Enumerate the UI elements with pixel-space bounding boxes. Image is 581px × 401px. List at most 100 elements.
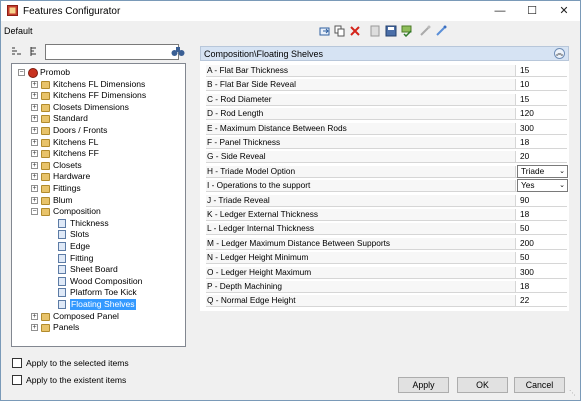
chevron-down-icon[interactable]: ⌄ [559,180,565,191]
tree-item[interactable]: + Kitchens FL [12,137,185,148]
property-row[interactable]: G - Side Reveal 20 [206,151,567,164]
tree-item[interactable]: Thickness [12,218,185,229]
save-icon[interactable] [385,25,397,37]
tree-item-label: Closets [53,159,82,170]
expand-icon[interactable]: + [31,138,38,146]
property-value[interactable]: 18 [517,281,567,292]
page-icon[interactable] [369,25,381,37]
property-value[interactable]: 18 [517,209,567,220]
chevron-down-icon[interactable]: ⌄ [559,166,565,177]
property-value-dropdown[interactable]: Yes ⌄ [517,179,568,193]
property-value[interactable]: 18 [517,137,567,148]
tree-item[interactable]: + Closets Dimensions [12,102,185,113]
property-row[interactable]: M - Ledger Maximum Distance Between Supp… [206,237,567,250]
expand-icon[interactable]: + [31,324,38,332]
property-row[interactable]: F - Panel Thickness 18 [206,137,567,149]
apply-icon[interactable] [401,25,413,37]
property-value[interactable]: 50 [517,252,567,264]
property-value[interactable]: 15 [517,93,567,105]
property-row[interactable]: A - Flat Bar Thickness 15 [206,65,567,77]
resize-grip-icon[interactable]: ⋱ [569,389,577,397]
property-value[interactable]: 120 [517,108,567,120]
property-row[interactable]: C - Rod Diameter 15 [206,93,567,106]
property-row[interactable]: J - Triade Reveal 90 [206,194,567,207]
tree-item[interactable]: Slots [12,229,185,240]
property-row[interactable]: I - Operations to the support Yes ⌄ [206,179,568,193]
delete-icon[interactable] [349,25,361,37]
tree-item[interactable]: + Closets [12,160,185,171]
expand-icon[interactable]: + [31,103,38,111]
property-value[interactable]: 200 [517,237,567,249]
property-value[interactable]: 90 [517,194,567,206]
maximize-button[interactable]: ☐ [517,1,547,21]
apply-existent-checkbox[interactable] [12,375,22,385]
tree-item[interactable]: Floating Shelves [12,299,185,310]
collapse-all-icon[interactable] [29,46,40,57]
tree-item[interactable]: Wood Composition [12,276,185,287]
collapse-icon[interactable]: − [18,69,25,76]
tree-item-label: Promob [40,67,71,77]
property-row[interactable]: E - Maximum Distance Between Rods 300 [206,122,567,135]
property-value[interactable]: 20 [517,151,567,163]
property-row[interactable]: L - Ledger Internal Thickness 50 [206,223,567,236]
expand-icon[interactable]: + [31,161,38,169]
close-button[interactable]: ✕ [549,1,579,21]
apply-button[interactable]: Apply [398,377,449,393]
expand-icon[interactable]: + [31,312,38,320]
property-row[interactable]: Q - Normal Edge Height 22 [206,295,567,308]
property-row[interactable]: N - Ledger Height Minimum 50 [206,252,567,265]
import-icon[interactable] [319,25,331,37]
tree-item[interactable]: Fitting [12,253,185,264]
tree-item[interactable]: Sheet Board [12,264,185,275]
property-row[interactable]: B - Flat Bar Side Reveal 10 [206,79,567,92]
tree-item[interactable]: − Promob [12,67,185,78]
property-value[interactable]: 15 [517,65,567,76]
tree-item[interactable]: + Composed Panel [12,311,185,322]
property-row[interactable]: H - Triade Model Option Triade ⌄ [206,164,568,178]
tree-item[interactable]: + Blum [12,195,185,206]
ok-button[interactable]: OK [457,377,508,393]
property-value[interactable]: 22 [517,295,567,307]
copy-icon[interactable] [334,25,346,37]
apply-selected-checkbox[interactable] [12,358,22,368]
tree-item[interactable]: Platform Toe Kick [12,287,185,298]
property-value[interactable]: 50 [517,223,567,235]
tree-item[interactable]: + Panels [12,322,185,333]
expand-all-icon[interactable] [11,46,22,57]
collapse-up-icon[interactable]: ︽ [554,48,565,59]
tree-item[interactable]: + Standard [12,113,185,124]
expand-icon[interactable]: + [31,127,38,134]
link-icon[interactable] [419,25,431,37]
binoculars-icon[interactable] [171,45,185,57]
expand-icon[interactable]: + [31,80,38,88]
tree-item[interactable]: + Kitchens FL Dimensions [12,79,185,90]
expand-icon[interactable]: + [31,196,38,204]
property-row[interactable]: P - Depth Machining 18 [206,281,567,293]
expand-icon[interactable]: + [31,115,38,123]
property-value[interactable]: 10 [517,79,567,91]
minimize-button[interactable]: — [485,1,515,21]
tree-item[interactable]: Edge [12,241,185,252]
property-value[interactable]: 300 [517,122,567,134]
tree-item[interactable]: + Kitchens FF [12,148,185,159]
collapse-icon[interactable]: − [31,208,38,216]
property-name: I - Operations to the support [206,180,516,192]
cancel-button[interactable]: Cancel [514,377,565,393]
tree-item[interactable]: − Composition [12,206,185,217]
tree-item[interactable]: + Doors / Fronts [12,125,185,136]
tree-item[interactable]: + Fittings [12,183,185,194]
property-value[interactable]: 300 [517,266,567,278]
dropdown-value: Yes [521,180,535,191]
property-row[interactable]: K - Ledger External Thickness 18 [206,209,567,221]
expand-icon[interactable]: + [31,173,38,181]
edit-link-icon[interactable] [435,25,447,37]
expand-icon[interactable]: + [31,150,38,158]
expand-icon[interactable]: + [31,185,38,192]
property-value-dropdown[interactable]: Triade ⌄ [517,164,568,178]
property-row[interactable]: O - Ledger Height Maximum 300 [206,266,567,279]
tree-search-input[interactable] [45,44,179,60]
property-row[interactable]: D - Rod Length 120 [206,108,567,121]
tree-item[interactable]: + Kitchens FF Dimensions [12,90,185,101]
tree-item[interactable]: + Hardware [12,171,185,182]
expand-icon[interactable]: + [31,92,38,100]
